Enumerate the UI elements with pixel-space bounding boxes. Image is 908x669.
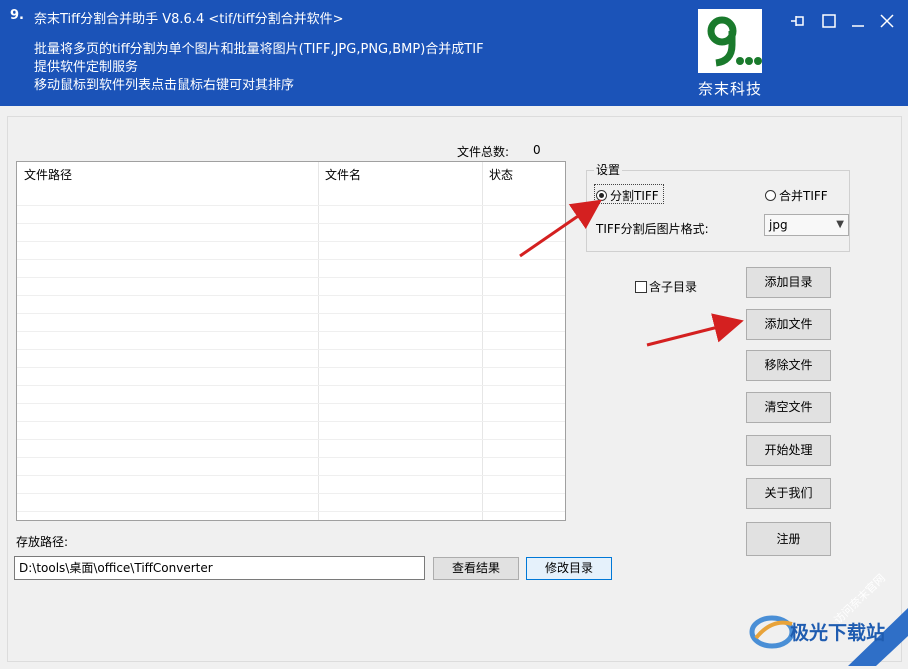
table-row-line — [17, 457, 565, 458]
start-processing-button[interactable]: 开始处理 — [746, 435, 831, 466]
register-button[interactable]: 注册 — [746, 522, 831, 556]
maximize-icon[interactable] — [819, 11, 839, 31]
description-line-1: 批量将多页的tiff分割为单个图片和批量将图片(TIFF,JPG,PNG,BMP… — [34, 42, 484, 57]
table-row-line — [17, 259, 565, 260]
title-bar: 9. 奈末Tiff分割合并助手 V8.6.4 <tif/tiff分割合并软件> … — [0, 0, 908, 106]
file-list-table[interactable]: 文件路径 文件名 状态 — [16, 161, 566, 521]
checkbox-icon — [635, 280, 647, 293]
column-header-path[interactable]: 文件路径 — [17, 162, 318, 188]
table-row-line — [17, 475, 565, 476]
format-select[interactable]: jpg ▼ — [764, 214, 849, 236]
settings-title: 设置 — [594, 161, 623, 178]
radio-unchecked-icon — [765, 190, 776, 201]
table-row-line — [17, 295, 565, 296]
file-count-value: 0 — [533, 143, 541, 157]
split-tiff-label: 分割TIFF — [610, 189, 659, 203]
column-divider[interactable] — [482, 162, 483, 520]
format-value: jpg — [769, 218, 788, 232]
table-row-line — [17, 403, 565, 404]
include-subdir-checkbox[interactable]: 含子目录 — [635, 278, 697, 295]
site-watermark: 极光下载站 访问奈末官网 — [748, 572, 908, 666]
add-file-button[interactable]: 添加文件 — [746, 309, 831, 340]
table-row-line — [17, 223, 565, 224]
add-directory-button[interactable]: 添加目录 — [746, 267, 831, 298]
save-path-input[interactable]: D:\tools\桌面\office\TiffConverter — [14, 556, 425, 580]
brand-logo — [698, 9, 762, 73]
column-header-status[interactable]: 状态 — [482, 162, 565, 188]
table-row-line — [17, 439, 565, 440]
table-row-line — [17, 385, 565, 386]
settings-group — [586, 170, 850, 252]
description-line-3: 移动鼠标到软件列表点击鼠标右键可对其排序 — [34, 78, 295, 93]
table-row-line — [17, 349, 565, 350]
remove-file-button[interactable]: 移除文件 — [746, 350, 831, 381]
format-label: TIFF分割后图片格式: — [596, 222, 709, 236]
window-title: 奈末Tiff分割合并助手 V8.6.4 <tif/tiff分割合并软件> — [34, 12, 344, 27]
table-row-line — [17, 313, 565, 314]
radio-checked-icon — [596, 190, 607, 201]
split-tiff-radio[interactable]: 分割TIFF — [596, 187, 659, 204]
table-row-line — [17, 277, 565, 278]
table-row-line — [17, 331, 565, 332]
pin-icon[interactable] — [788, 11, 808, 31]
column-header-filename[interactable]: 文件名 — [318, 162, 482, 188]
table-row-line — [17, 205, 565, 206]
close-icon[interactable] — [877, 11, 897, 31]
clear-files-button[interactable]: 清空文件 — [746, 392, 831, 423]
file-count-label: 文件总数: — [457, 145, 510, 159]
table-row-line — [17, 511, 565, 512]
app-icon: 9. — [10, 8, 24, 23]
table-row-line — [17, 493, 565, 494]
view-result-button[interactable]: 查看结果 — [433, 557, 519, 580]
merge-tiff-radio[interactable]: 合并TIFF — [765, 187, 828, 204]
minimize-icon[interactable] — [848, 11, 868, 31]
table-row-line — [17, 421, 565, 422]
brand-name: 奈末科技 — [697, 80, 762, 98]
about-us-button[interactable]: 关于我们 — [746, 478, 831, 509]
column-divider[interactable] — [318, 162, 319, 520]
chevron-down-icon: ▼ — [836, 219, 844, 230]
description-line-2: 提供软件定制服务 — [34, 60, 139, 75]
merge-tiff-label: 合并TIFF — [779, 189, 828, 203]
save-path-label: 存放路径: — [16, 535, 69, 549]
change-directory-button[interactable]: 修改目录 — [526, 557, 612, 580]
include-subdir-label: 含子目录 — [649, 280, 698, 294]
table-row-line — [17, 241, 565, 242]
table-row-line — [17, 367, 565, 368]
